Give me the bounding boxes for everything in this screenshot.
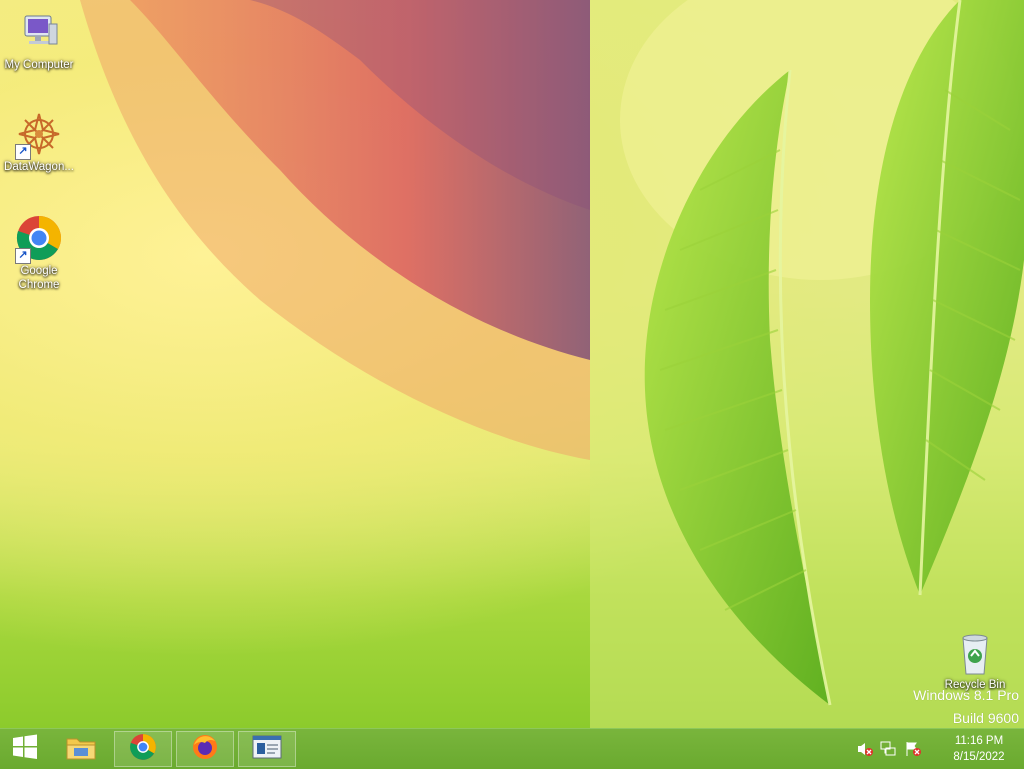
clock-time: 11:16 PM — [954, 735, 1004, 747]
desktop-icon-my-computer[interactable]: My Computer — [0, 8, 78, 72]
folder-icon — [65, 733, 97, 766]
wallpaper — [80, 0, 1024, 728]
clock-date: 8/15/2022 — [953, 751, 1005, 763]
network-icon[interactable] — [880, 741, 898, 757]
desktop-icon-google-chrome[interactable]: ↗ Google Chrome — [0, 214, 78, 292]
action-center-flag-icon[interactable] — [904, 741, 922, 757]
chrome-icon: ↗ — [15, 214, 63, 264]
watermark-build: Build 9600 — [952, 710, 1019, 726]
clock[interactable]: 11:16 PM 8/15/2022 — [948, 733, 1010, 765]
desktop-icon-label: My Computer — [4, 59, 74, 71]
desktop: My Computer ↗ DataWagon... ↗ Google Chro… — [0, 0, 1024, 728]
desktop-icon-label: Google Chrome — [18, 265, 60, 291]
taskbar-app-window[interactable] — [238, 731, 296, 767]
shortcut-arrow-icon: ↗ — [15, 144, 31, 160]
start-button[interactable] — [4, 731, 46, 767]
taskbar-file-explorer[interactable] — [52, 731, 110, 767]
desktop-icon-label: Recycle Bin — [944, 679, 1006, 691]
chrome-icon — [129, 733, 157, 766]
computer-icon — [15, 8, 63, 56]
desktop-icon-datawagon[interactable]: ↗ DataWagon... — [0, 110, 78, 174]
taskbar-firefox[interactable] — [176, 731, 234, 767]
system-tray: 11:16 PM 8/15/2022 — [854, 729, 1024, 769]
shortcut-arrow-icon: ↗ — [15, 248, 31, 264]
firefox-icon — [191, 733, 219, 766]
recycle-bin-icon — [951, 630, 999, 676]
window-app-icon — [252, 735, 282, 764]
speaker-muted-icon[interactable] — [856, 741, 874, 757]
taskbar-google-chrome[interactable] — [114, 731, 172, 767]
desktop-icon-label: DataWagon... — [4, 161, 74, 173]
datawagon-icon: ↗ — [15, 110, 63, 160]
taskbar: 11:16 PM 8/15/2022 — [0, 728, 1024, 769]
desktop-icon-recycle-bin[interactable]: Recycle Bin — [936, 630, 1014, 692]
windows-logo-icon — [12, 734, 38, 765]
